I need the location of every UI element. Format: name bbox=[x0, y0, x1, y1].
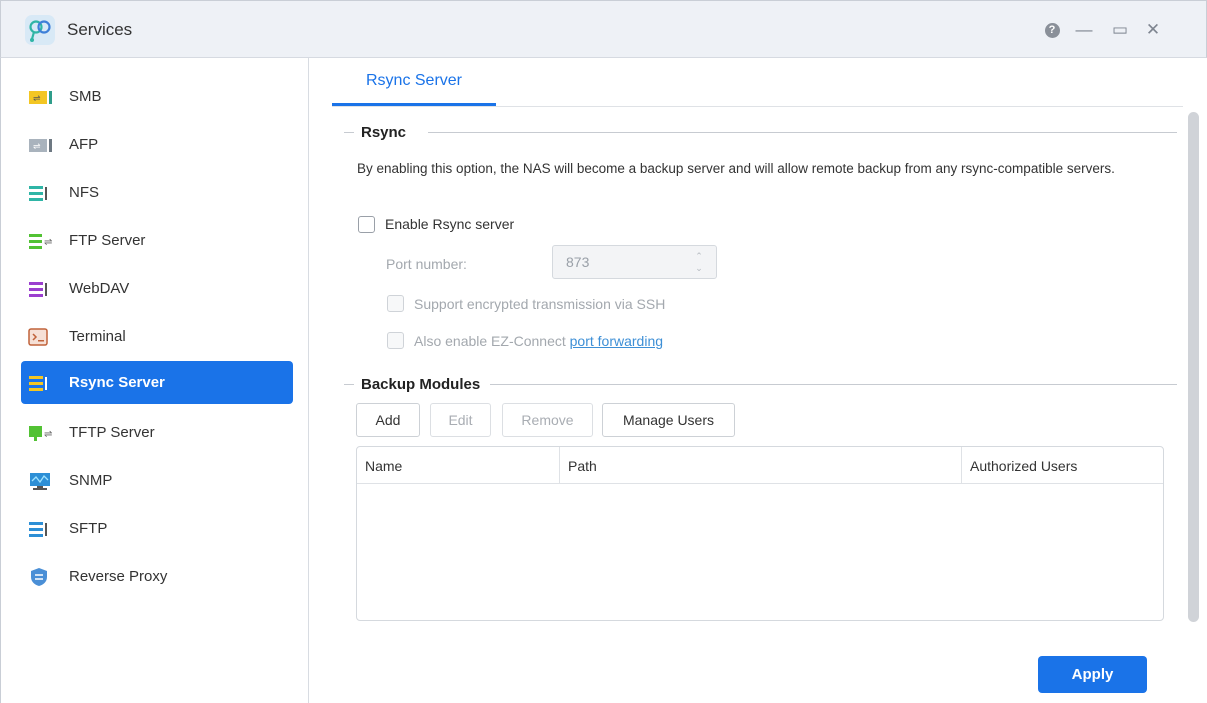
svg-text:⇌: ⇌ bbox=[44, 429, 52, 440]
svg-text:⇌: ⇌ bbox=[33, 93, 41, 103]
column-header-path[interactable]: Path bbox=[559, 447, 961, 484]
rsync-section-title: Rsync bbox=[361, 124, 407, 141]
section-rule bbox=[428, 132, 1177, 133]
minimize-icon[interactable]: — bbox=[1074, 20, 1094, 40]
ssh-checkbox[interactable] bbox=[387, 295, 404, 312]
sidebar-item-tftp-server[interactable]: ⇌ TFTP Server bbox=[21, 411, 293, 454]
close-icon[interactable]: ✕ bbox=[1143, 20, 1163, 40]
title-bar: Services ? — ▭ ✕ bbox=[0, 0, 1207, 58]
column-header-name[interactable]: Name bbox=[357, 447, 559, 484]
port-number-input[interactable]: 873 ⌃ ⌄ bbox=[552, 245, 717, 279]
port-stepper[interactable]: ⌃ ⌄ bbox=[694, 250, 704, 274]
rsync-icon bbox=[29, 375, 47, 391]
tab-rsync-server[interactable]: Rsync Server bbox=[332, 58, 496, 106]
table-header: Name Path Authorized Users bbox=[357, 447, 1163, 484]
sidebar-item-snmp[interactable]: SNMP bbox=[21, 459, 293, 502]
add-button[interactable]: Add bbox=[356, 403, 420, 437]
stepper-up-icon[interactable]: ⌃ bbox=[694, 250, 704, 262]
enable-rsync-label: Enable Rsync server bbox=[385, 216, 515, 232]
column-header-authorized-users[interactable]: Authorized Users bbox=[961, 447, 1163, 484]
sidebar-item-reverse-proxy[interactable]: Reverse Proxy bbox=[21, 555, 293, 598]
stepper-down-icon[interactable]: ⌄ bbox=[694, 262, 704, 274]
smb-icon: ⇌ bbox=[29, 90, 52, 104]
sidebar-item-ftp-server[interactable]: ⇌ FTP Server bbox=[21, 219, 293, 262]
nfs-icon bbox=[29, 185, 47, 201]
tftp-icon: ⇌ bbox=[29, 425, 52, 441]
ezconnect-text: Also enable EZ-Connect bbox=[414, 333, 570, 349]
services-app-icon bbox=[25, 15, 55, 45]
remove-button[interactable]: Remove bbox=[502, 403, 593, 437]
port-number-value: 873 bbox=[566, 254, 590, 270]
backup-modules-table: Name Path Authorized Users bbox=[356, 446, 1164, 621]
sidebar-item-sftp[interactable]: SFTP bbox=[21, 507, 293, 550]
ezconnect-label: Also enable EZ-Connect port forwarding bbox=[414, 333, 663, 349]
section-rule bbox=[344, 132, 354, 133]
enable-rsync-checkbox[interactable] bbox=[358, 216, 375, 233]
sidebar-item-afp[interactable]: ⇌ AFP bbox=[21, 123, 293, 166]
svg-text:⇌: ⇌ bbox=[44, 237, 52, 248]
edit-button[interactable]: Edit bbox=[430, 403, 491, 437]
section-rule bbox=[344, 384, 354, 385]
section-rule bbox=[490, 384, 1177, 385]
sidebar-item-nfs[interactable]: NFS bbox=[21, 171, 293, 214]
ezconnect-checkbox[interactable] bbox=[387, 332, 404, 349]
afp-icon: ⇌ bbox=[29, 138, 52, 152]
sidebar-item-rsync-server[interactable]: Rsync Server bbox=[21, 361, 293, 404]
manage-users-button[interactable]: Manage Users bbox=[602, 403, 735, 437]
port-number-label: Port number: bbox=[386, 256, 467, 272]
sidebar-item-terminal[interactable]: Terminal bbox=[21, 315, 293, 358]
terminal-icon bbox=[28, 327, 48, 346]
ssh-label: Support encrypted transmission via SSH bbox=[414, 296, 666, 312]
maximize-icon[interactable]: ▭ bbox=[1110, 20, 1130, 40]
ftp-icon: ⇌ bbox=[29, 233, 52, 249]
sidebar-item-webdav[interactable]: WebDAV bbox=[21, 267, 293, 310]
port-forwarding-link[interactable]: port forwarding bbox=[570, 333, 663, 349]
shield-icon bbox=[31, 567, 47, 586]
snmp-icon bbox=[30, 472, 50, 490]
help-icon[interactable]: ? bbox=[1042, 20, 1062, 40]
backup-modules-section-title: Backup Modules bbox=[361, 376, 481, 393]
apply-button[interactable]: Apply bbox=[1038, 656, 1147, 693]
tab-divider bbox=[332, 106, 1183, 107]
scrollbar[interactable] bbox=[1188, 112, 1199, 622]
rsync-description: By enabling this option, the NAS will be… bbox=[357, 161, 1115, 176]
window-title: Services bbox=[67, 20, 133, 39]
sidebar: ⇌ SMB ⇌ AFP NFS ⇌ FTP Server WebDAV Term… bbox=[0, 58, 309, 703]
webdav-icon bbox=[29, 281, 47, 297]
svg-text:⇌: ⇌ bbox=[33, 141, 41, 151]
sidebar-item-smb[interactable]: ⇌ SMB bbox=[21, 75, 293, 118]
sftp-icon bbox=[29, 521, 47, 537]
